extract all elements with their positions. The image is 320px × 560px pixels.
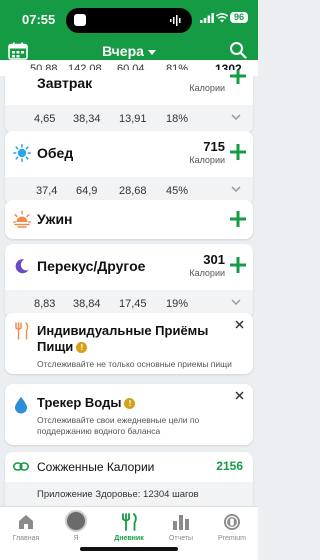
close-icon[interactable]: [235, 320, 244, 329]
feature-card-custom-meals[interactable]: Индивидуальные Приёмы Пищи! Отслеживайте…: [5, 313, 253, 374]
feature-description: Отслеживайте свои ежедневные цели по: [37, 415, 200, 425]
bottom-nav: Главная Я Дневник Отчеты Premium: [0, 506, 258, 560]
macro-carbs: 38,84: [73, 298, 101, 310]
nav-label: Premium: [217, 535, 246, 542]
health-app-steps-row: Приложение Здоровье: 12304 шагов: [5, 482, 253, 506]
nav-label: Дневник: [114, 535, 144, 542]
calories-label: Калории: [189, 268, 225, 278]
info-badge-icon: !: [124, 398, 136, 410]
burned-calories-label: Сожженные Калории: [37, 460, 155, 474]
close-icon[interactable]: [235, 391, 244, 400]
burned-calories-row[interactable]: Сожженные Калории 2156: [5, 452, 253, 482]
feature-title-text: Пищи: [37, 339, 74, 354]
home-icon: [19, 515, 33, 529]
nav-home[interactable]: Главная: [0, 507, 52, 560]
meal-macros-row[interactable]: 4,65 38,34 13,91 18%: [5, 105, 253, 133]
home-indicator: [80, 547, 178, 551]
macro-protein: 17,45: [119, 298, 147, 310]
add-food-plus-icon[interactable]: [230, 144, 246, 160]
status-time: 07:55: [22, 12, 56, 27]
macro-rdi: 19%: [166, 298, 189, 310]
search-icon[interactable]: [229, 41, 247, 59]
calories-value: 715: [203, 139, 225, 154]
burned-calories-value: 2156: [216, 459, 243, 473]
meal-name: Перекус/Другое: [37, 258, 146, 274]
nav-reports[interactable]: Отчеты: [155, 507, 207, 560]
calories-label: Калории: [189, 155, 225, 165]
kcal-label: Калории: [189, 83, 225, 93]
add-food-plus-icon[interactable]: [230, 211, 246, 227]
meal-name: Обед: [37, 145, 74, 161]
audio-wave-icon: [170, 15, 181, 26]
add-food-plus-icon[interactable]: [230, 257, 246, 273]
macro-carbs: 38,34: [73, 113, 101, 125]
wifi-icon: [216, 13, 228, 23]
diary-cutlery-icon: [122, 513, 137, 531]
nav-label: Главная: [12, 535, 40, 542]
sun-icon: [13, 144, 31, 162]
chevron-down-icon[interactable]: [231, 185, 241, 193]
premium-badge-icon: [224, 514, 240, 530]
cutlery-icon: [15, 322, 29, 340]
camera-indicator-icon: [74, 14, 86, 26]
feature-description: Отслеживайте не только основные приемы п…: [37, 359, 232, 369]
feature-title-line2: Пищи!: [37, 339, 88, 355]
add-food-plus-icon[interactable]: [230, 70, 246, 84]
macro-fat: 4,65: [34, 113, 56, 125]
macro-rdi: 18%: [166, 113, 189, 125]
date-selector[interactable]: Вчера: [0, 43, 258, 59]
feature-title-text: Трекер Воды: [37, 395, 122, 410]
reports-chart-icon: [173, 515, 189, 530]
feature-title: Индивидуальные Приёмы: [37, 323, 209, 338]
macro-protein: 13,91: [119, 113, 147, 125]
meal-card-breakfast[interactable]: Завтрак Калории 4,65 38,34 13,91 18%: [5, 70, 253, 133]
meal-calories: 301 Калории: [189, 252, 225, 278]
macro-fat: 37,4: [36, 185, 58, 197]
chevron-down-icon[interactable]: [231, 113, 241, 121]
macro-rdi: 45%: [166, 185, 189, 197]
meal-card-dinner[interactable]: Ужин: [5, 200, 253, 239]
nav-diary[interactable]: Дневник: [103, 507, 155, 560]
nav-premium[interactable]: Premium: [206, 507, 258, 560]
meal-card-lunch[interactable]: Обед 715 Калории 37,4 64,9 28,68 45%: [5, 131, 253, 205]
battery-indicator: 96: [230, 12, 248, 23]
burned-calories-card[interactable]: Сожженные Калории 2156 Приложение Здоров…: [5, 452, 253, 506]
cell-signal-icon: [200, 13, 214, 23]
moon-icon: [15, 259, 29, 274]
dynamic-island: [66, 8, 192, 33]
link-icon: [13, 462, 29, 471]
feature-card-water-tracker[interactable]: Трекер Воды! Отслеживайте свои ежедневны…: [5, 384, 253, 445]
calories-value: 301: [203, 252, 225, 267]
meal-calories: 715 Калории: [189, 139, 225, 165]
feature-title-line: Трекер Воды!: [37, 395, 136, 411]
macro-fat: 8,83: [34, 298, 56, 310]
nav-me[interactable]: Я: [50, 507, 102, 560]
chevron-down-icon[interactable]: [231, 298, 241, 306]
meal-card-snack[interactable]: Перекус/Другое 301 Калории 8,83 38,84 17…: [5, 244, 253, 318]
meal-name: Завтрак: [37, 75, 93, 91]
profile-avatar: [65, 510, 87, 532]
macro-protein: 28,68: [119, 185, 147, 197]
diary-scroll-area[interactable]: 50,88 142,08 60,04 81% 1302 Завтрак Кало…: [0, 60, 258, 506]
sunset-icon: [13, 210, 31, 228]
meal-name: Ужин: [37, 211, 73, 227]
nav-label: Отчеты: [168, 535, 194, 542]
macro-carbs: 64,9: [76, 185, 98, 197]
caret-down-icon: [147, 49, 156, 55]
water-drop-icon: [15, 397, 27, 414]
health-steps-text: Приложение Здоровье: 12304 шагов: [37, 489, 199, 500]
nav-label: Я: [73, 535, 79, 542]
date-label: Вчера: [102, 43, 144, 59]
feature-description-line2: поддержанию водного баланса: [37, 426, 161, 436]
info-badge-icon: !: [76, 342, 88, 354]
